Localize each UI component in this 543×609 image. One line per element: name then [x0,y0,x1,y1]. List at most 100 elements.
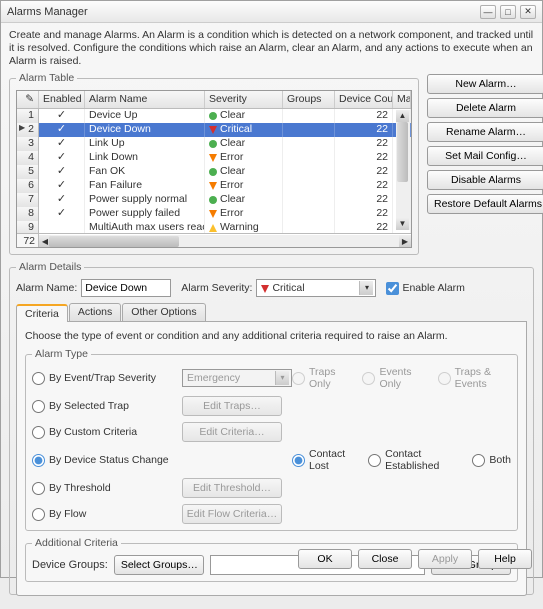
alarm-name-cell: Power supply normal [85,193,205,207]
corner-cell[interactable]: ✎ [17,91,39,108]
col-severity[interactable]: Severity [205,91,283,108]
clear-icon [209,140,217,148]
tab-actions[interactable]: Actions [69,303,121,321]
table-header: ✎ Enabled Alarm Name Severity Groups Dev… [17,91,411,109]
chevron-down-icon[interactable]: ▾ [275,371,289,385]
horizontal-scrollbar[interactable]: ◀ ▶ [39,235,411,249]
radio-both[interactable]: Both [472,454,511,467]
ok-button[interactable]: OK [298,549,352,569]
device-count-cell: 22 [335,109,393,123]
severity-cell: Clear [205,165,283,179]
enabled-cell[interactable]: ✓ [39,109,85,123]
device-count-cell: 22 [335,193,393,207]
radio-by-device-status[interactable]: By Device Status Change [32,454,182,467]
alarm-severity-combo[interactable]: Critical ▾ [256,279,376,297]
radio-contact-established[interactable]: Contact Established [368,448,458,472]
table-row[interactable]: 1✓Device UpClear225 [17,109,411,123]
table-row[interactable]: 4✓Link DownError225 [17,151,411,165]
vertical-scrollbar[interactable]: ▲ ▼ [396,110,410,230]
table-row[interactable]: 7✓Power supply normalClear225 [17,193,411,207]
table-row[interactable]: 8✓Power supply failedError225 [17,207,411,221]
error-icon [209,154,217,162]
enable-alarm-checkbox[interactable]: Enable Alarm [386,282,464,295]
groups-cell [283,193,335,207]
radio-by-event-trap[interactable]: By Event/Trap Severity [32,372,182,385]
alarm-details-group: Alarm Details Alarm Name: Alarm Severity… [9,261,534,595]
apply-button: Apply [418,549,472,569]
clear-icon [209,196,217,204]
radio-events-only: Events Only [362,366,423,390]
tab-criteria[interactable]: Criteria [16,304,68,322]
enabled-cell[interactable]: ✓ [39,151,85,165]
enabled-cell[interactable]: ✓ [39,207,85,221]
col-device-count[interactable]: Device Count [335,91,393,108]
enabled-cell[interactable]: ✓ [39,179,85,193]
col-groups[interactable]: Groups [283,91,335,108]
close-icon[interactable]: ✕ [520,5,536,19]
alarm-name-field[interactable] [81,279,171,297]
severity-cell: Critical [205,123,283,137]
new-alarm-button[interactable]: New Alarm… [427,74,543,94]
table-row[interactable]: 9MultiAuth max users reachedWarning225 [17,221,411,233]
row-index: 2 [17,123,39,137]
severity-cell: Warning [205,221,283,233]
enabled-cell[interactable]: ✓ [39,123,85,137]
row-count: 72 [17,234,39,248]
table-row[interactable]: 3✓Link UpClear225 [17,137,411,151]
error-icon [209,182,217,190]
restore-default-alarms-button[interactable]: Restore Default Alarms [427,194,543,214]
groups-cell [283,109,335,123]
select-groups-button[interactable]: Select Groups… [114,555,204,575]
maximize-icon[interactable]: □ [500,5,516,19]
device-count-cell: 22 [335,221,393,233]
row-index: 5 [17,165,39,179]
groups-cell [283,123,335,137]
device-count-cell: 22 [335,179,393,193]
table-row[interactable]: 2✓Device DownCritical225 [17,123,411,137]
alarm-table[interactable]: ✎ Enabled Alarm Name Severity Groups Dev… [16,90,412,248]
scroll-right-icon[interactable]: ▶ [399,235,411,248]
enabled-cell[interactable] [39,221,85,233]
error-icon [209,210,217,218]
close-button[interactable]: Close [358,549,412,569]
delete-alarm-button[interactable]: Delete Alarm [427,98,543,118]
scroll-down-icon[interactable]: ▼ [396,218,409,230]
radio-by-custom-criteria[interactable]: By Custom Criteria [32,426,182,439]
tab-other-options[interactable]: Other Options [122,303,205,321]
severity-level-combo[interactable]: Emergency▾ [182,369,292,387]
groups-cell [283,165,335,179]
col-max[interactable]: Ma [393,91,411,108]
disable-alarms-button[interactable]: Disable Alarms [427,170,543,190]
enabled-cell[interactable]: ✓ [39,165,85,179]
scroll-thumb[interactable] [397,122,408,182]
rename-alarm-button[interactable]: Rename Alarm… [427,122,543,142]
col-enabled[interactable]: Enabled [39,91,85,108]
minimize-icon[interactable]: — [480,5,496,19]
chevron-down-icon[interactable]: ▾ [359,281,373,295]
col-alarm-name[interactable]: Alarm Name [85,91,205,108]
alarm-type-group: Alarm Type By Event/Trap Severity Emerge… [25,348,518,531]
severity-cell: Error [205,179,283,193]
enabled-cell[interactable]: ✓ [39,193,85,207]
radio-by-threshold[interactable]: By Threshold [32,482,182,495]
enabled-cell[interactable]: ✓ [39,137,85,151]
edit-traps-button: Edit Traps… [182,396,282,416]
critical-icon [209,126,217,134]
alarm-name-cell: Fan OK [85,165,205,179]
radio-by-selected-trap[interactable]: By Selected Trap [32,400,182,413]
radio-by-flow[interactable]: By Flow [32,508,182,521]
row-index: 6 [17,179,39,193]
table-row[interactable]: 5✓Fan OKClear225 [17,165,411,179]
set-mail-config-button[interactable]: Set Mail Config… [427,146,543,166]
scroll-thumb[interactable] [49,236,179,247]
radio-traps-only: Traps Only [292,366,348,390]
alarm-table-legend: Alarm Table [16,72,77,84]
scroll-up-icon[interactable]: ▲ [396,110,409,122]
clear-icon [209,168,217,176]
help-button[interactable]: Help [478,549,532,569]
table-row[interactable]: 6✓Fan FailureError225 [17,179,411,193]
alarm-name-cell: MultiAuth max users reached [85,221,205,233]
intro-text: Create and manage Alarms. An Alarm is a … [9,29,534,68]
alarm-name-label: Alarm Name: [16,282,77,294]
radio-contact-lost[interactable]: Contact Lost [292,448,354,472]
